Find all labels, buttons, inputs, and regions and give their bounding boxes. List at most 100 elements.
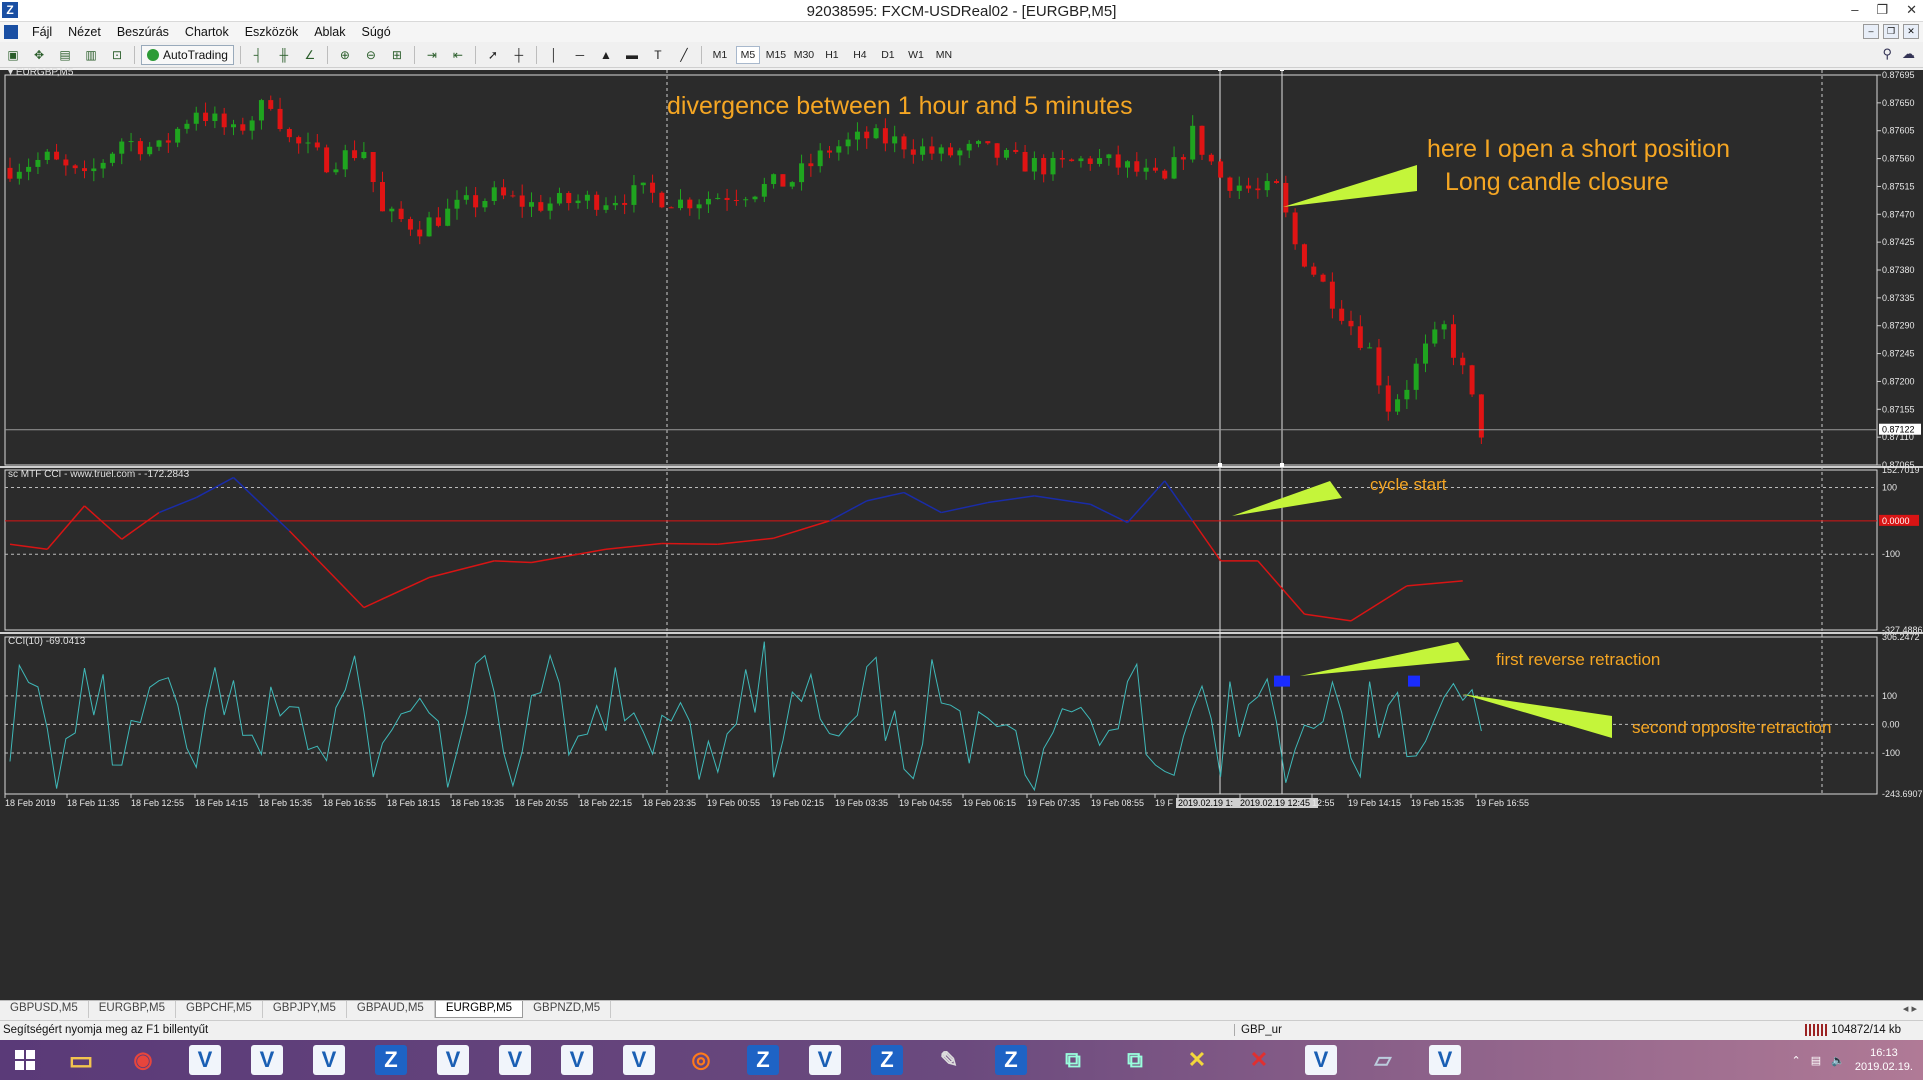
menu-help[interactable]: Súgó — [353, 25, 398, 39]
child-minimize-button[interactable]: – — [1863, 24, 1879, 39]
close-button[interactable]: ✕ — [1906, 2, 1917, 18]
fxcm-terminal-icon[interactable]: Z — [360, 1040, 422, 1080]
search-icon[interactable]: ⚲ — [1882, 46, 1892, 62]
bear-candle — [1152, 167, 1158, 171]
navigator-icon[interactable]: ▥ — [80, 45, 102, 65]
timeframe-m30[interactable]: M30 — [792, 46, 816, 64]
system-clock[interactable]: 16:13 2019.02.19. — [1855, 1046, 1913, 1074]
data-window-icon[interactable]: ▤ — [54, 45, 76, 65]
tab-gbpchf[interactable]: GBPCHF,M5 — [176, 1001, 263, 1018]
tab-gbpusd[interactable]: GBPUSD,M5 — [0, 1001, 89, 1018]
candlestick-icon[interactable]: ╫ — [273, 45, 295, 65]
trendline-icon[interactable]: ╱ — [673, 45, 695, 65]
timeframe-m15[interactable]: M15 — [764, 46, 788, 64]
start-button[interactable] — [0, 1040, 50, 1080]
menu-insert[interactable]: Beszúrás — [109, 25, 177, 39]
tab-eurgbp[interactable]: EURGBP,M5 — [89, 1001, 177, 1018]
firefox-icon[interactable]: ◎ — [670, 1040, 732, 1080]
mtf-cci-segment — [1350, 585, 1408, 622]
text-icon[interactable]: T — [647, 45, 669, 65]
timeframe-m5[interactable]: M5 — [735, 45, 760, 64]
chrome-icon[interactable]: ◉ — [112, 1040, 174, 1080]
chat-icon[interactable]: ☁ — [1902, 46, 1915, 62]
x-app-icon[interactable]: ✕ — [1166, 1040, 1228, 1080]
screenshot-tool-icon[interactable]: ⧉ — [1042, 1040, 1104, 1080]
menu-window[interactable]: Ablak — [306, 25, 353, 39]
menu-view[interactable]: Nézet — [60, 25, 109, 39]
restore-button[interactable]: ❐ — [1876, 2, 1888, 18]
tab-gbpjpy[interactable]: GBPJPY,M5 — [263, 1001, 347, 1018]
line-chart-icon[interactable]: ∠ — [299, 45, 321, 65]
tray-arrow-icon[interactable]: ⌃ — [1792, 1054, 1801, 1067]
crosshair-icon[interactable]: ┼ — [508, 45, 530, 65]
vertical-line-icon[interactable]: │ — [543, 45, 565, 65]
bar-chart-icon[interactable]: ┤ — [247, 45, 269, 65]
volume-icon[interactable]: 🔈 — [1831, 1054, 1845, 1067]
bull-candle — [249, 120, 255, 131]
metatrader-icon[interactable]: V — [484, 1040, 546, 1080]
menu-charts[interactable]: Chartok — [177, 25, 237, 39]
autoscroll-icon[interactable]: ⇥ — [421, 45, 443, 65]
bull-candle — [1413, 363, 1419, 390]
metatrader-icon[interactable]: V — [236, 1040, 298, 1080]
paint-icon[interactable]: ✎ — [918, 1040, 980, 1080]
timeframe-w1[interactable]: W1 — [904, 46, 928, 64]
tile-windows-icon[interactable]: ⊞ — [386, 45, 408, 65]
notes-app-icon[interactable]: ▱ — [1352, 1040, 1414, 1080]
minimize-button[interactable]: – — [1851, 2, 1858, 18]
tab-gbpnzd[interactable]: GBPNZD,M5 — [523, 1001, 612, 1018]
chart-window-icon[interactable] — [4, 25, 18, 39]
file-explorer-icon[interactable]: ▭ — [50, 1040, 112, 1080]
timeframe-mn[interactable]: MN — [932, 46, 956, 64]
menu-file[interactable]: Fájl — [24, 25, 60, 39]
horizontal-line-icon[interactable]: ─ — [569, 45, 591, 65]
metatrader-icon[interactable]: V — [1414, 1040, 1476, 1080]
fxcm-terminal-icon[interactable]: Z — [856, 1040, 918, 1080]
chart-shift-icon[interactable]: ⇤ — [447, 45, 469, 65]
metatrader-icon[interactable]: V — [1290, 1040, 1352, 1080]
triangle-icon[interactable]: ▲ — [595, 45, 617, 65]
y-tick-label: 0.87470 — [1882, 209, 1915, 219]
child-close-button[interactable]: ✕ — [1903, 24, 1919, 39]
channel-icon[interactable]: ▬ — [621, 45, 643, 65]
timeframe-h4[interactable]: H4 — [848, 46, 872, 64]
menu-tools[interactable]: Eszközök — [237, 25, 307, 39]
metatrader-icon[interactable]: V — [422, 1040, 484, 1080]
strategy-tester-icon[interactable]: ⊡ — [106, 45, 128, 65]
autotrading-button[interactable]: AutoTrading — [141, 44, 234, 65]
bear-candle — [1013, 149, 1019, 152]
bull-candle — [920, 146, 926, 155]
fxcm-terminal-icon[interactable]: Z — [980, 1040, 1042, 1080]
tab-gbpaud[interactable]: GBPAUD,M5 — [347, 1001, 435, 1018]
metatrader-icon[interactable]: V — [174, 1040, 236, 1080]
new-chart-icon[interactable]: ▣ — [2, 45, 24, 65]
timeframe-h1[interactable]: H1 — [820, 46, 844, 64]
x-red-app-icon[interactable]: ✕ — [1228, 1040, 1290, 1080]
fxcm-terminal-icon[interactable]: Z — [732, 1040, 794, 1080]
bull-candle — [752, 196, 758, 200]
metatrader-icon[interactable]: V — [546, 1040, 608, 1080]
cursor-icon[interactable]: ➚ — [482, 45, 504, 65]
timeframe-m1[interactable]: M1 — [708, 46, 732, 64]
metatrader-icon[interactable]: V — [298, 1040, 360, 1080]
mtf-cci-segment — [494, 560, 532, 564]
connection-status: 104872/14 kb — [1805, 1024, 1901, 1036]
zoom-out-icon[interactable]: ⊖ — [360, 45, 382, 65]
timeframe-d1[interactable]: D1 — [876, 46, 900, 64]
x-tick-label: 19 Feb 16:55 — [1476, 798, 1529, 808]
network-icon[interactable]: ▤ — [1811, 1054, 1821, 1067]
annotation-cycle-start: cycle start — [1370, 475, 1447, 494]
bear-candle — [1283, 182, 1289, 213]
zoom-in-icon[interactable]: ⊕ — [334, 45, 356, 65]
bull-candle — [1236, 185, 1242, 191]
chart-window[interactable]: 0.87695 0.87650 0.87605 0.87560 0.87515 0.874… — [0, 67, 1923, 1000]
chart-canvas[interactable]: 0.87695 0.87650 0.87605 0.87560 0.87515 0.874… — [0, 70, 1923, 1000]
people-app-icon[interactable]: ⧉ — [1104, 1040, 1166, 1080]
tab-eurgbp-active[interactable]: EURGBP,M5 — [434, 1001, 524, 1018]
tab-scroll-arrows-icon[interactable]: ◂ ▸ — [1903, 1002, 1917, 1015]
metatrader-icon[interactable]: V — [794, 1040, 856, 1080]
metatrader-icon[interactable]: V — [608, 1040, 670, 1080]
market-watch-icon[interactable]: ✥ — [28, 45, 50, 65]
bull-candle — [491, 187, 497, 202]
child-restore-button[interactable]: ❐ — [1883, 24, 1899, 39]
